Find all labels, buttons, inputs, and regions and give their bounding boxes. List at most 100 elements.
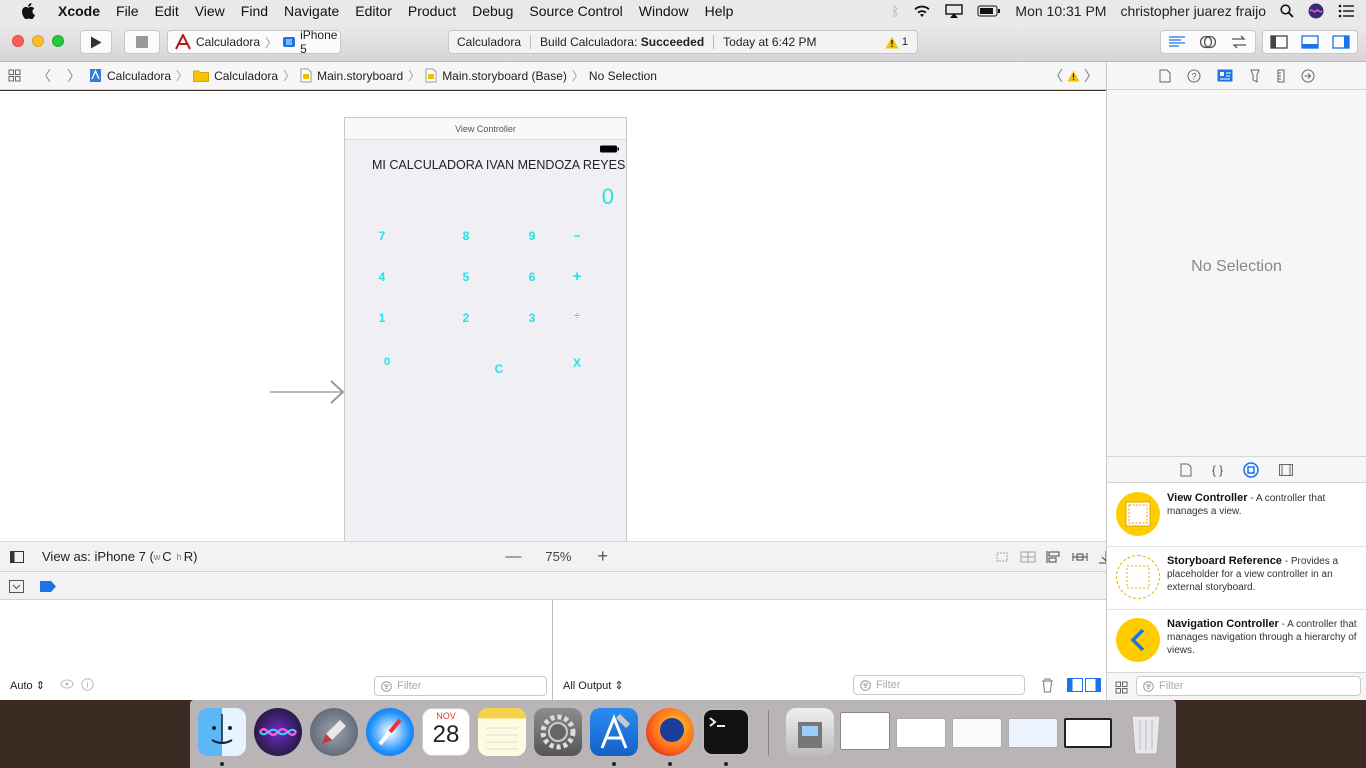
window-thumbnail-icon[interactable] xyxy=(840,712,890,750)
close-window-button[interactable] xyxy=(12,35,24,47)
object-library-icon[interactable] xyxy=(1243,461,1259,478)
firefox-icon[interactable] xyxy=(646,708,694,756)
version-editor-icon[interactable] xyxy=(1230,35,1248,49)
embed-in-stack-icon[interactable] xyxy=(1020,550,1036,564)
menu-editor[interactable]: Editor xyxy=(355,3,392,19)
zoom-window-button[interactable] xyxy=(52,35,64,47)
key-5-button[interactable]: 5 xyxy=(456,270,476,284)
safari-icon[interactable] xyxy=(366,708,414,756)
key-7-button[interactable]: 7 xyxy=(372,229,392,243)
menu-app-name[interactable]: Xcode xyxy=(58,3,100,19)
menubar-user[interactable]: christopher juarez fraijo xyxy=(1120,3,1266,19)
window-thumbnail-icon[interactable] xyxy=(896,718,946,748)
terminal-icon[interactable] xyxy=(702,708,750,756)
key-4-button[interactable]: 4 xyxy=(372,270,392,284)
key-plus-button[interactable]: + xyxy=(567,268,587,285)
warning-icon[interactable] xyxy=(885,36,899,49)
notes-icon[interactable] xyxy=(478,708,526,756)
breadcrumb-group[interactable]: Calculadora xyxy=(193,69,278,83)
notification-center-icon[interactable] xyxy=(1338,4,1354,18)
variables-scope-select[interactable]: Auto ⇕ xyxy=(10,679,45,692)
run-button[interactable] xyxy=(80,30,112,54)
key-0-button[interactable]: 0 xyxy=(377,356,397,368)
file-inspector-icon[interactable] xyxy=(1159,69,1171,83)
library-filter-input[interactable]: Filter xyxy=(1136,676,1361,696)
file-template-library-icon[interactable] xyxy=(1180,463,1192,477)
view-as-label[interactable]: View as: iPhone 7 ( xyxy=(42,549,154,564)
breadcrumb-project[interactable]: Calculadora xyxy=(89,68,171,83)
issue-warning-icon[interactable] xyxy=(1067,69,1080,82)
next-issue-icon[interactable]: 〉 xyxy=(1084,66,1098,86)
launchpad-icon[interactable] xyxy=(310,708,358,756)
menu-edit[interactable]: Edit xyxy=(155,3,179,19)
breakpoints-toggle-icon[interactable] xyxy=(40,581,56,595)
assistant-editor-icon[interactable] xyxy=(1199,35,1217,49)
menu-source-control[interactable]: Source Control xyxy=(529,3,622,19)
siri-menu-icon[interactable] xyxy=(1308,3,1324,19)
calendar-icon[interactable]: NOV 28 xyxy=(422,708,470,756)
media-library-icon[interactable] xyxy=(1279,463,1294,476)
airplay-icon[interactable] xyxy=(945,4,964,18)
view-controller-scene[interactable]: View Controller MI CALCULADORA IVAN MEND… xyxy=(344,117,627,541)
pin-icon[interactable] xyxy=(1072,550,1088,564)
connections-inspector-icon[interactable] xyxy=(1301,69,1315,83)
zoom-level[interactable]: 75% xyxy=(545,549,571,564)
breadcrumb-localization[interactable]: Main.storyboard (Base) xyxy=(425,68,567,83)
quick-help-icon[interactable]: ? xyxy=(1187,69,1201,83)
update-frames-icon[interactable] xyxy=(994,550,1010,564)
apple-menu-icon[interactable] xyxy=(20,3,36,19)
breadcrumb-selection[interactable]: No Selection xyxy=(589,69,657,83)
key-6-button[interactable]: 6 xyxy=(522,270,542,284)
library-item-navigation-controller[interactable]: Navigation Controller - A controller tha… xyxy=(1107,610,1366,673)
standard-editor-icon[interactable] xyxy=(1168,35,1186,49)
key-clear-button[interactable]: C xyxy=(489,362,509,376)
console-output-select[interactable]: All Output ⇕ xyxy=(563,679,624,692)
previous-issue-icon[interactable]: 〈 xyxy=(1049,66,1063,86)
stop-button[interactable] xyxy=(124,30,160,54)
variables-filter-input[interactable]: Filter xyxy=(374,676,547,696)
console-layout-left-icon[interactable] xyxy=(1067,678,1083,695)
code-snippet-library-icon[interactable]: { } xyxy=(1212,463,1223,477)
key-multiply-button[interactable]: X xyxy=(567,356,587,370)
menu-window[interactable]: Window xyxy=(639,3,689,19)
quick-look-icon[interactable] xyxy=(60,678,74,693)
trash-console-icon[interactable] xyxy=(1041,678,1054,696)
window-thumbnail-icon[interactable] xyxy=(952,718,1002,748)
hide-debug-area-icon[interactable] xyxy=(9,580,24,596)
window-thumbnail-icon[interactable] xyxy=(1064,718,1112,748)
minimize-window-button[interactable] xyxy=(32,35,44,47)
scheme-selector[interactable]: Calculadora 〉 iPhone 5 xyxy=(167,28,341,56)
menu-view[interactable]: View xyxy=(195,3,225,19)
debug-area-toggle-icon[interactable] xyxy=(1301,35,1319,49)
system-preferences-icon[interactable] xyxy=(534,708,582,756)
forward-arrow-icon[interactable]: 〉 xyxy=(67,66,81,86)
title-label[interactable]: MI CALCULADORA IVAN MENDOZA REYES xyxy=(372,158,625,172)
document-outline-toggle-icon[interactable] xyxy=(10,550,24,563)
siri-icon[interactable] xyxy=(254,708,302,756)
wifi-icon[interactable] xyxy=(913,4,931,18)
menu-product[interactable]: Product xyxy=(408,3,456,19)
key-9-button[interactable]: 9 xyxy=(522,229,542,243)
result-display-label[interactable]: 0 xyxy=(602,184,614,210)
breadcrumb-storyboard[interactable]: Main.storyboard xyxy=(300,68,403,83)
spotlight-search-icon[interactable] xyxy=(1280,4,1294,18)
menu-navigate[interactable]: Navigate xyxy=(284,3,339,19)
key-divide-button[interactable]: ÷ xyxy=(567,311,587,322)
library-item-storyboard-reference[interactable]: Storyboard Reference - Provides a placeh… xyxy=(1107,547,1366,610)
menu-find[interactable]: Find xyxy=(241,3,268,19)
navigator-toggle-icon[interactable] xyxy=(1270,35,1288,49)
key-2-button[interactable]: 2 xyxy=(456,311,476,325)
window-thumbnail-icon[interactable] xyxy=(1008,718,1058,748)
initial-view-controller-arrow-icon[interactable] xyxy=(270,379,346,405)
library-grid-view-icon[interactable] xyxy=(1115,681,1128,697)
align-icon[interactable] xyxy=(1046,550,1062,564)
warning-count[interactable]: 1 xyxy=(902,36,908,48)
library-item-view-controller[interactable]: View Controller - A controller that mana… xyxy=(1107,484,1366,547)
info-icon[interactable] xyxy=(81,678,94,694)
preview-icon[interactable] xyxy=(786,708,834,756)
back-arrow-icon[interactable]: 〈 xyxy=(37,66,51,86)
console-layout-right-icon[interactable] xyxy=(1085,678,1101,695)
finder-icon[interactable] xyxy=(198,708,246,756)
menu-debug[interactable]: Debug xyxy=(472,3,513,19)
attributes-inspector-icon[interactable] xyxy=(1249,69,1261,83)
